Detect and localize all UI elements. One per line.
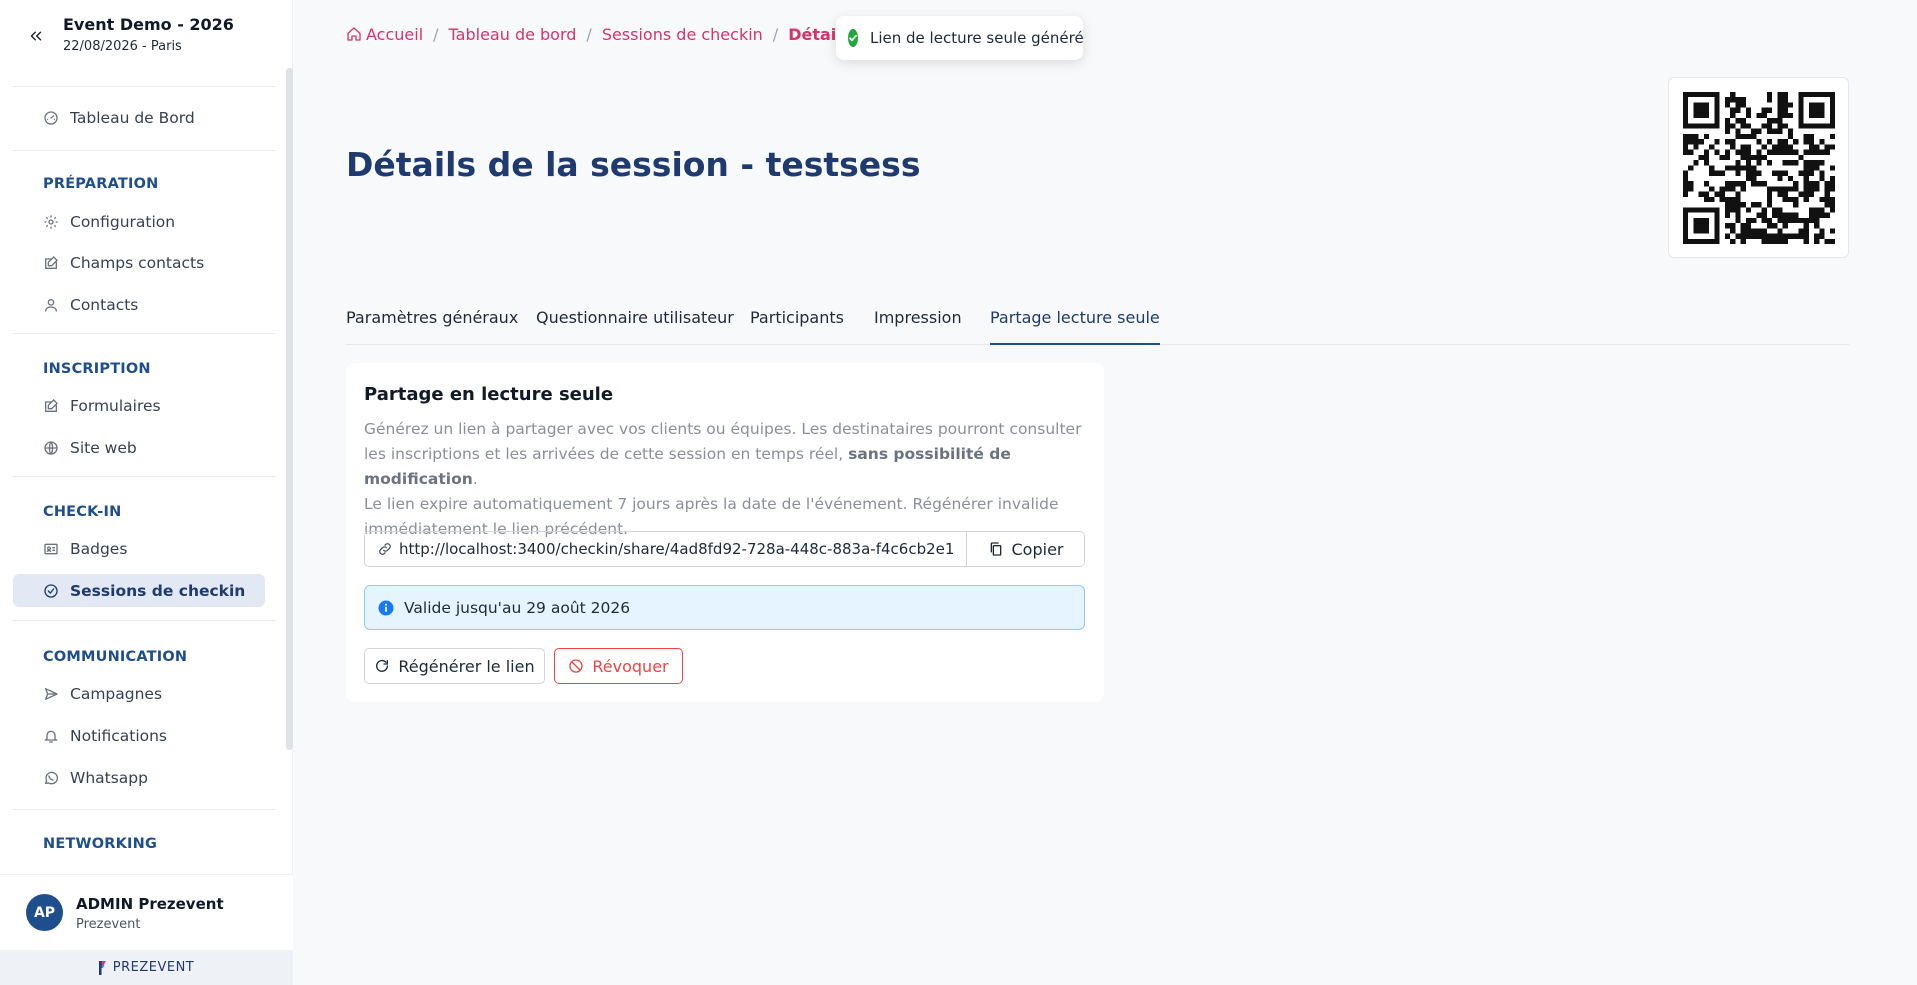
read-only-share-card: Partage en lecture seule Générez un lien… (346, 363, 1104, 702)
copy-link-button[interactable]: Copier (966, 532, 1084, 566)
revoke-link-button[interactable]: Révoquer (554, 648, 683, 684)
whatsapp-icon (43, 770, 59, 786)
info-icon (378, 600, 394, 616)
sidebar-item-contacts[interactable]: Contacts (13, 288, 265, 321)
card-description: Générez un lien à partager avec vos clie… (364, 417, 1084, 542)
double-chevron-left-icon (30, 31, 42, 41)
session-qr-code (1668, 77, 1849, 258)
sidebar: Event Demo - 2026 22/08/2026 - Paris Tab… (0, 0, 293, 985)
divider (12, 150, 276, 151)
sidebar-item-formulaires[interactable]: Formulaires (13, 389, 265, 422)
gear-icon (43, 214, 59, 230)
revoke-button-label: Révoquer (592, 656, 669, 676)
sidebar-item-site-web[interactable]: Site web (13, 431, 265, 464)
prezevent-logo-icon (98, 960, 106, 975)
section-inscription: INSCRIPTION (43, 361, 151, 377)
sidebar-item-dashboard[interactable]: Tableau de Bord (13, 101, 265, 134)
validity-info-alert: Valide jusqu'au 29 août 2026 (364, 585, 1085, 630)
tab-participants[interactable]: Participants (750, 308, 844, 345)
event-title: Event Demo - 2026 (63, 15, 234, 34)
tab-user-questionnaire[interactable]: Questionnaire utilisateur (536, 308, 734, 345)
id-card-icon (43, 541, 59, 557)
bell-icon (43, 728, 59, 744)
tab-general-settings[interactable]: Paramètres généraux (346, 308, 518, 345)
send-icon (43, 686, 59, 702)
copy-button-label: Copier (1011, 539, 1064, 559)
validity-text: Valide jusqu'au 29 août 2026 (404, 598, 631, 617)
qr-code-icon (1682, 91, 1835, 244)
breadcrumb: Accueil / Tableau de bord / Sessions de … (346, 25, 851, 44)
sidebar-item-sessions-checkin[interactable]: Sessions de checkin (13, 574, 265, 607)
copy-icon (988, 541, 1004, 557)
sidebar-item-label: Tableau de Bord (70, 108, 195, 127)
brand-footer: PREZEVENT (0, 950, 293, 985)
ban-icon (568, 658, 584, 674)
divider (12, 809, 276, 810)
sidebar-item-label: Champs contacts (70, 253, 205, 272)
sidebar-item-campagnes[interactable]: Campagnes (13, 677, 265, 710)
sidebar-item-label: Configuration (70, 212, 176, 231)
sidebar-item-label: Whatsapp (70, 768, 148, 787)
check-circle-icon (848, 29, 858, 47)
gauge-icon (43, 110, 59, 126)
link-icon (377, 541, 393, 557)
brand-name: PREZEVENT (112, 960, 195, 975)
section-preparation: PRÉPARATION (43, 176, 159, 192)
sidebar-header: Event Demo - 2026 22/08/2026 - Paris (0, 0, 293, 86)
sidebar-item-label: Sessions de checkin (70, 581, 246, 600)
sidebar-item-label: Badges (70, 539, 128, 558)
check-circle-icon (43, 583, 59, 599)
edit-icon (43, 398, 59, 414)
section-communication: COMMUNICATION (43, 649, 188, 665)
tab-printing[interactable]: Impression (874, 308, 962, 345)
share-link-input[interactable] (399, 532, 966, 566)
sidebar-item-notifications[interactable]: Notifications (13, 719, 265, 752)
sidebar-item-configuration[interactable]: Configuration (13, 205, 265, 238)
refresh-icon (374, 658, 390, 674)
regenerate-link-button[interactable]: Régénérer le lien (364, 648, 545, 684)
section-checkin: CHECK-IN (43, 504, 122, 520)
regenerate-button-label: Régénérer le lien (398, 656, 535, 676)
breadcrumb-dashboard[interactable]: Tableau de bord (449, 25, 577, 44)
session-tabs: Paramètres généraux Questionnaire utilis… (346, 300, 1849, 345)
success-toast: Lien de lecture seule généré (836, 16, 1084, 60)
sidebar-item-label: Contacts (70, 295, 139, 314)
sidebar-item-label: Site web (70, 438, 137, 457)
breadcrumb-home-label: Accueil (366, 25, 424, 44)
breadcrumb-home[interactable]: Accueil (346, 25, 423, 44)
home-icon (346, 26, 362, 42)
edit-icon (43, 255, 59, 271)
collapse-sidebar-button[interactable] (24, 24, 48, 48)
event-date-location: 22/08/2026 - Paris (63, 39, 182, 54)
sidebar-item-label: Campagnes (70, 684, 163, 703)
user-profile[interactable]: AP ADMIN Prezevent Prezevent (0, 874, 293, 950)
user-icon (43, 297, 59, 313)
toast-message: Lien de lecture seule généré (870, 29, 1084, 47)
divider (12, 86, 276, 87)
card-title: Partage en lecture seule (364, 384, 614, 405)
user-name: ADMIN Prezevent (76, 895, 224, 913)
qr-modules (1682, 91, 1835, 244)
sidebar-item-label: Formulaires (70, 396, 161, 415)
sidebar-item-badges[interactable]: Badges (13, 532, 265, 565)
description-text-end: . (472, 470, 478, 488)
sidebar-scrollbar[interactable] (286, 68, 293, 750)
breadcrumb-sessions[interactable]: Sessions de checkin (602, 25, 763, 44)
avatar: AP (26, 894, 63, 931)
sidebar-item-label: Notifications (70, 726, 168, 745)
breadcrumb-separator: / (586, 25, 592, 44)
section-networking: NETWORKING (43, 836, 158, 852)
divider (12, 333, 276, 334)
sidebar-item-whatsapp[interactable]: Whatsapp (13, 761, 265, 794)
sidebar-item-champs-contacts[interactable]: Champs contacts (13, 246, 265, 279)
share-link-group: Copier (364, 531, 1085, 567)
user-organization: Prezevent (76, 917, 141, 932)
divider (12, 476, 276, 477)
breadcrumb-separator: / (772, 25, 779, 44)
breadcrumb-separator: / (433, 25, 439, 44)
globe-icon (43, 440, 59, 456)
tab-read-only-share[interactable]: Partage lecture seule (990, 308, 1160, 345)
divider (12, 620, 276, 621)
page-title: Détails de la session - testsess (346, 145, 921, 184)
